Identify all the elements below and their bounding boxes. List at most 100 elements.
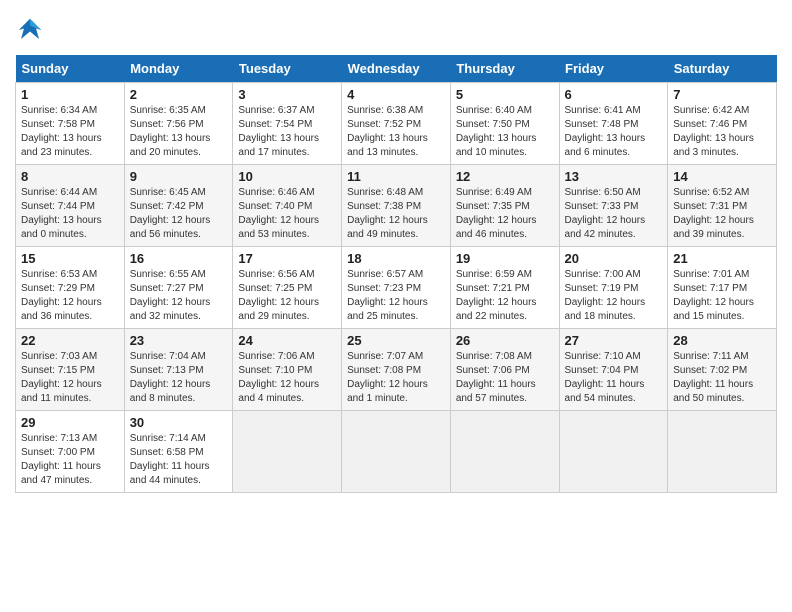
day-info: Sunrise: 6:48 AMSunset: 7:38 PMDaylight:… xyxy=(347,186,445,242)
day-info: Sunrise: 7:04 AMSunset: 7:13 PMDaylight:… xyxy=(130,350,228,406)
calendar-cell: 14 Sunrise: 6:52 AMSunset: 7:31 PMDaylig… xyxy=(668,165,777,247)
day-number: 5 xyxy=(456,87,554,102)
day-header-monday: Monday xyxy=(124,55,233,83)
day-number: 6 xyxy=(565,87,663,102)
calendar-cell: 26 Sunrise: 7:08 AMSunset: 7:06 PMDaylig… xyxy=(450,329,559,411)
day-number: 25 xyxy=(347,333,445,348)
calendar-cell xyxy=(342,411,451,493)
day-number: 11 xyxy=(347,169,445,184)
day-info: Sunrise: 6:45 AMSunset: 7:42 PMDaylight:… xyxy=(130,186,228,242)
day-info: Sunrise: 7:03 AMSunset: 7:15 PMDaylight:… xyxy=(21,350,119,406)
day-number: 13 xyxy=(565,169,663,184)
calendar-week-1: 1 Sunrise: 6:34 AMSunset: 7:58 PMDayligh… xyxy=(16,83,777,165)
day-number: 26 xyxy=(456,333,554,348)
day-info: Sunrise: 6:56 AMSunset: 7:25 PMDaylight:… xyxy=(238,268,336,324)
day-info: Sunrise: 6:46 AMSunset: 7:40 PMDaylight:… xyxy=(238,186,336,242)
day-info: Sunrise: 7:10 AMSunset: 7:04 PMDaylight:… xyxy=(565,350,663,406)
day-number: 20 xyxy=(565,251,663,266)
calendar-cell: 28 Sunrise: 7:11 AMSunset: 7:02 PMDaylig… xyxy=(668,329,777,411)
calendar-week-2: 8 Sunrise: 6:44 AMSunset: 7:44 PMDayligh… xyxy=(16,165,777,247)
day-info: Sunrise: 6:34 AMSunset: 7:58 PMDaylight:… xyxy=(21,104,119,160)
day-header-saturday: Saturday xyxy=(668,55,777,83)
calendar-cell: 23 Sunrise: 7:04 AMSunset: 7:13 PMDaylig… xyxy=(124,329,233,411)
calendar-cell: 19 Sunrise: 6:59 AMSunset: 7:21 PMDaylig… xyxy=(450,247,559,329)
day-header-thursday: Thursday xyxy=(450,55,559,83)
calendar-cell: 2 Sunrise: 6:35 AMSunset: 7:56 PMDayligh… xyxy=(124,83,233,165)
day-number: 21 xyxy=(673,251,771,266)
calendar-cell: 16 Sunrise: 6:55 AMSunset: 7:27 PMDaylig… xyxy=(124,247,233,329)
calendar-cell: 10 Sunrise: 6:46 AMSunset: 7:40 PMDaylig… xyxy=(233,165,342,247)
calendar-cell: 8 Sunrise: 6:44 AMSunset: 7:44 PMDayligh… xyxy=(16,165,125,247)
day-header-friday: Friday xyxy=(559,55,668,83)
calendar-cell xyxy=(668,411,777,493)
day-number: 15 xyxy=(21,251,119,266)
day-info: Sunrise: 7:07 AMSunset: 7:08 PMDaylight:… xyxy=(347,350,445,406)
day-number: 29 xyxy=(21,415,119,430)
day-number: 23 xyxy=(130,333,228,348)
day-number: 3 xyxy=(238,87,336,102)
day-info: Sunrise: 6:38 AMSunset: 7:52 PMDaylight:… xyxy=(347,104,445,160)
calendar-cell: 7 Sunrise: 6:42 AMSunset: 7:46 PMDayligh… xyxy=(668,83,777,165)
day-info: Sunrise: 7:00 AMSunset: 7:19 PMDaylight:… xyxy=(565,268,663,324)
calendar-cell: 15 Sunrise: 6:53 AMSunset: 7:29 PMDaylig… xyxy=(16,247,125,329)
calendar-cell xyxy=(450,411,559,493)
day-number: 14 xyxy=(673,169,771,184)
day-number: 28 xyxy=(673,333,771,348)
calendar-cell: 3 Sunrise: 6:37 AMSunset: 7:54 PMDayligh… xyxy=(233,83,342,165)
day-number: 30 xyxy=(130,415,228,430)
day-number: 4 xyxy=(347,87,445,102)
calendar-cell: 27 Sunrise: 7:10 AMSunset: 7:04 PMDaylig… xyxy=(559,329,668,411)
day-info: Sunrise: 7:11 AMSunset: 7:02 PMDaylight:… xyxy=(673,350,771,406)
day-number: 22 xyxy=(21,333,119,348)
page-header xyxy=(15,15,777,45)
day-header-sunday: Sunday xyxy=(16,55,125,83)
day-number: 27 xyxy=(565,333,663,348)
calendar-cell: 9 Sunrise: 6:45 AMSunset: 7:42 PMDayligh… xyxy=(124,165,233,247)
calendar-cell: 13 Sunrise: 6:50 AMSunset: 7:33 PMDaylig… xyxy=(559,165,668,247)
day-info: Sunrise: 7:13 AMSunset: 7:00 PMDaylight:… xyxy=(21,432,119,488)
day-info: Sunrise: 6:49 AMSunset: 7:35 PMDaylight:… xyxy=(456,186,554,242)
day-number: 17 xyxy=(238,251,336,266)
calendar-cell: 22 Sunrise: 7:03 AMSunset: 7:15 PMDaylig… xyxy=(16,329,125,411)
day-number: 8 xyxy=(21,169,119,184)
calendar-week-3: 15 Sunrise: 6:53 AMSunset: 7:29 PMDaylig… xyxy=(16,247,777,329)
calendar-cell: 30 Sunrise: 7:14 AMSunset: 6:58 PMDaylig… xyxy=(124,411,233,493)
day-info: Sunrise: 6:59 AMSunset: 7:21 PMDaylight:… xyxy=(456,268,554,324)
calendar-cell: 17 Sunrise: 6:56 AMSunset: 7:25 PMDaylig… xyxy=(233,247,342,329)
day-info: Sunrise: 6:50 AMSunset: 7:33 PMDaylight:… xyxy=(565,186,663,242)
day-number: 18 xyxy=(347,251,445,266)
day-header-wednesday: Wednesday xyxy=(342,55,451,83)
day-info: Sunrise: 6:55 AMSunset: 7:27 PMDaylight:… xyxy=(130,268,228,324)
day-number: 24 xyxy=(238,333,336,348)
calendar-cell: 20 Sunrise: 7:00 AMSunset: 7:19 PMDaylig… xyxy=(559,247,668,329)
calendar-cell: 11 Sunrise: 6:48 AMSunset: 7:38 PMDaylig… xyxy=(342,165,451,247)
day-number: 7 xyxy=(673,87,771,102)
day-number: 16 xyxy=(130,251,228,266)
header-row: SundayMondayTuesdayWednesdayThursdayFrid… xyxy=(16,55,777,83)
logo xyxy=(15,15,49,45)
calendar-cell: 4 Sunrise: 6:38 AMSunset: 7:52 PMDayligh… xyxy=(342,83,451,165)
calendar-cell: 1 Sunrise: 6:34 AMSunset: 7:58 PMDayligh… xyxy=(16,83,125,165)
day-info: Sunrise: 6:35 AMSunset: 7:56 PMDaylight:… xyxy=(130,104,228,160)
day-number: 2 xyxy=(130,87,228,102)
calendar-cell: 29 Sunrise: 7:13 AMSunset: 7:00 PMDaylig… xyxy=(16,411,125,493)
calendar-week-5: 29 Sunrise: 7:13 AMSunset: 7:00 PMDaylig… xyxy=(16,411,777,493)
day-info: Sunrise: 6:42 AMSunset: 7:46 PMDaylight:… xyxy=(673,104,771,160)
calendar-week-4: 22 Sunrise: 7:03 AMSunset: 7:15 PMDaylig… xyxy=(16,329,777,411)
calendar-cell: 12 Sunrise: 6:49 AMSunset: 7:35 PMDaylig… xyxy=(450,165,559,247)
calendar-cell: 6 Sunrise: 6:41 AMSunset: 7:48 PMDayligh… xyxy=(559,83,668,165)
day-info: Sunrise: 6:57 AMSunset: 7:23 PMDaylight:… xyxy=(347,268,445,324)
calendar-cell: 5 Sunrise: 6:40 AMSunset: 7:50 PMDayligh… xyxy=(450,83,559,165)
calendar-cell xyxy=(233,411,342,493)
day-info: Sunrise: 6:53 AMSunset: 7:29 PMDaylight:… xyxy=(21,268,119,324)
day-info: Sunrise: 7:14 AMSunset: 6:58 PMDaylight:… xyxy=(130,432,228,488)
day-info: Sunrise: 6:41 AMSunset: 7:48 PMDaylight:… xyxy=(565,104,663,160)
day-number: 1 xyxy=(21,87,119,102)
calendar-table: SundayMondayTuesdayWednesdayThursdayFrid… xyxy=(15,55,777,493)
calendar-cell: 21 Sunrise: 7:01 AMSunset: 7:17 PMDaylig… xyxy=(668,247,777,329)
logo-icon xyxy=(15,15,45,45)
day-number: 19 xyxy=(456,251,554,266)
day-header-tuesday: Tuesday xyxy=(233,55,342,83)
day-info: Sunrise: 7:06 AMSunset: 7:10 PMDaylight:… xyxy=(238,350,336,406)
calendar-cell xyxy=(559,411,668,493)
